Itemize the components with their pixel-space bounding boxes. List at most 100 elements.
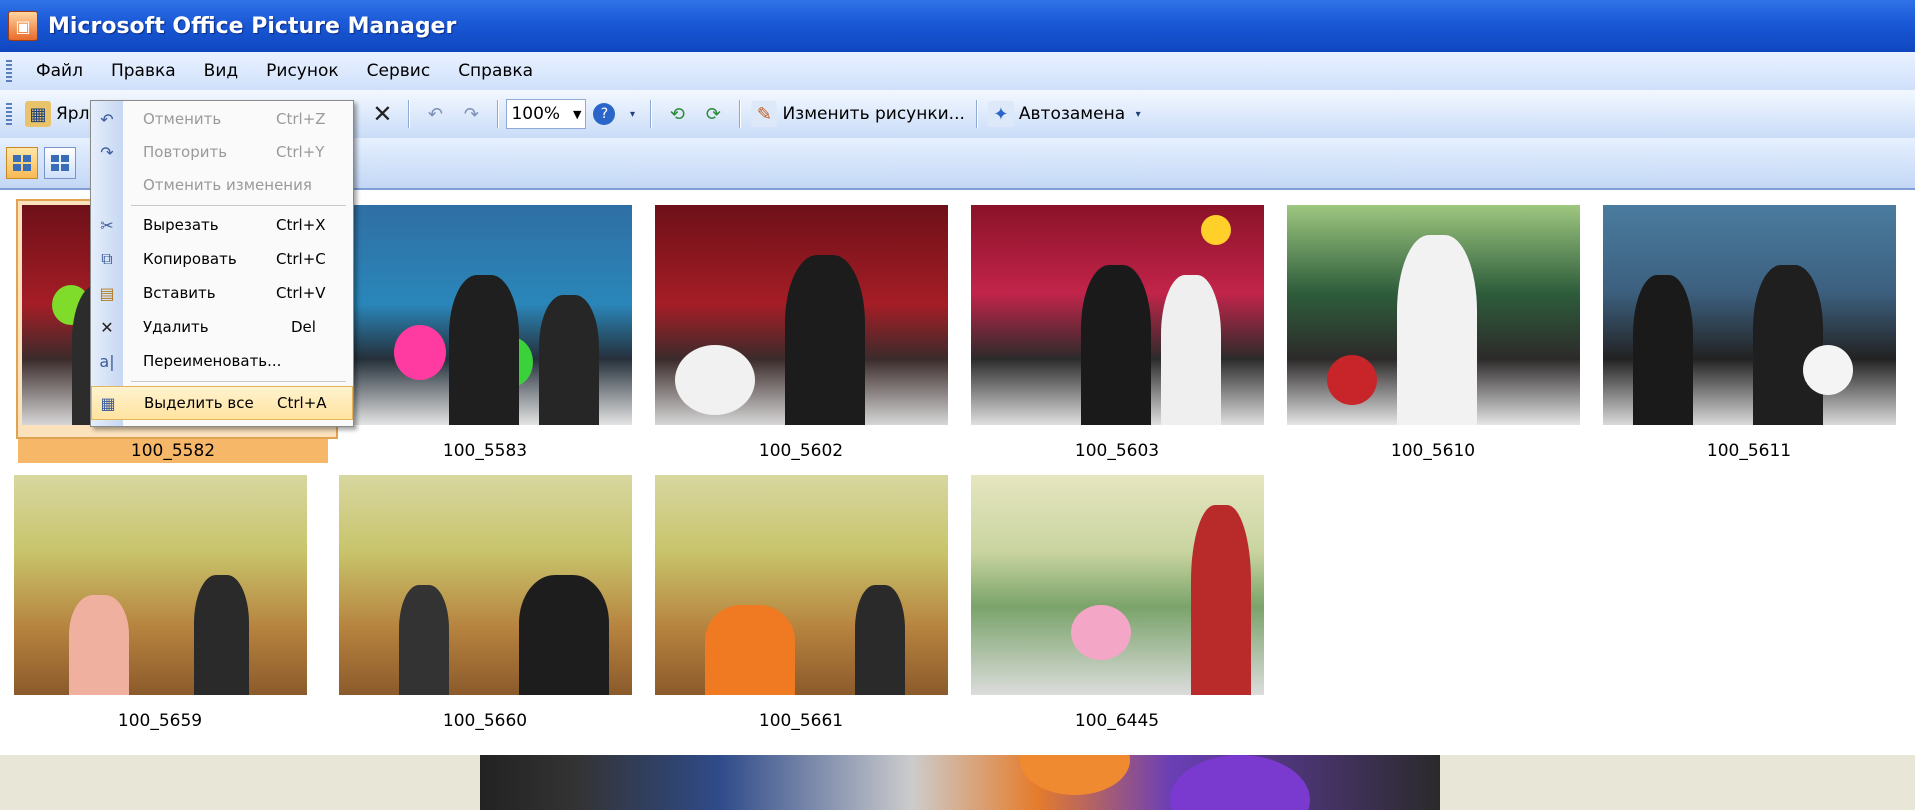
toolbar-grip[interactable] <box>6 103 12 125</box>
photo-thumbnail[interactable] <box>338 205 632 425</box>
bow <box>674 345 755 415</box>
menu-file[interactable]: Файл <box>22 61 97 81</box>
thumbnail-item[interactable]: 100_5603 <box>967 205 1267 463</box>
menu-item-redo[interactable]: ↷ Повторить Ctrl+Y <box>91 136 353 168</box>
photo-thumbnail[interactable] <box>654 475 948 695</box>
thumbnail-item[interactable]: 100_5611 <box>1599 205 1899 463</box>
toolbar2-options-button[interactable]: ▾ <box>1131 97 1145 131</box>
figure <box>1396 235 1477 425</box>
rotate-left-button[interactable]: ⟲ <box>662 97 692 131</box>
thumbnail-item[interactable]: 100_5660 <box>335 475 635 733</box>
photo-thumbnail[interactable] <box>970 205 1264 425</box>
picture-manager-app-icon: ▣ <box>8 11 38 41</box>
teddy-bear <box>1070 605 1131 660</box>
help-icon: ? <box>593 103 616 125</box>
photo-thumbnail[interactable] <box>1286 205 1580 425</box>
menu-item-shortcut: Del <box>291 318 316 336</box>
menu-item-label: Вставить <box>143 284 216 302</box>
toolbar-separator <box>975 100 977 128</box>
menu-item-paste[interactable]: ▤ Вставить Ctrl+V <box>91 277 353 309</box>
rotate-right-button[interactable]: ⟳ <box>698 97 728 131</box>
edit-pictures-button[interactable]: ✎ Изменить рисунки... <box>751 97 965 131</box>
redo-toolbar-button[interactable]: ↷ <box>456 97 486 131</box>
edit-menu-dropdown: ↶ Отменить Ctrl+Z ↷ Повторить Ctrl+Y Отм… <box>90 100 354 427</box>
thumbnail-item[interactable]: 100_5602 <box>651 205 951 463</box>
filmstrip-view-icon <box>51 155 69 171</box>
menu-item-label: Отменить <box>143 110 222 128</box>
background-photo <box>480 755 1440 810</box>
thumbnail-caption: 100_5583 <box>442 441 528 461</box>
copy-icon: ⧉ <box>101 249 113 268</box>
undo-icon: ↶ <box>100 109 114 129</box>
menu-item-copy[interactable]: ⧉ Копировать Ctrl+C <box>91 243 353 275</box>
thumbnail-caption: 100_5603 <box>1074 441 1160 461</box>
thumbnail-item[interactable]: 100_6445 <box>967 475 1267 733</box>
autocorrect-button[interactable]: ✦ Автозамена <box>987 97 1126 131</box>
photo-thumbnail[interactable] <box>654 205 948 425</box>
thumbnail-caption: 100_6445 <box>1074 711 1160 731</box>
toolbar-options-button[interactable]: ▾ <box>625 97 639 131</box>
filmstrip-view-button[interactable] <box>44 147 76 179</box>
figure <box>538 295 599 425</box>
figure <box>193 575 249 695</box>
menu-item-shortcut: Ctrl+Z <box>276 110 326 128</box>
figure <box>1160 275 1221 425</box>
photo-thumbnail[interactable] <box>338 475 632 695</box>
autocorrect-label: Автозамена <box>1018 104 1126 124</box>
thumbnail-item[interactable]: 100_5661 <box>651 475 951 733</box>
menu-item-label: Удалить <box>143 318 209 336</box>
menu-item-select-all[interactable]: ▦ Выделить все Ctrl+A <box>91 386 353 420</box>
photo-thumbnail[interactable] <box>1602 205 1896 425</box>
title-bar: ▣ Microsoft Office Picture Manager <box>0 0 1915 52</box>
undo-toolbar-button[interactable]: ↶ <box>420 97 450 131</box>
figure <box>704 605 795 695</box>
menu-item-label: Копировать <box>143 250 237 268</box>
menu-picture[interactable]: Рисунок <box>252 61 353 81</box>
menu-item-undo[interactable]: ↶ Отменить Ctrl+Z <box>91 103 353 135</box>
figure <box>1190 505 1251 695</box>
balloon <box>1200 215 1231 245</box>
shortcut-icon: ▦ <box>25 101 51 127</box>
menu-help[interactable]: Справка <box>444 61 547 81</box>
toolbar-separator <box>408 100 410 128</box>
menu-edit[interactable]: Правка <box>97 61 190 81</box>
thumbnail-item[interactable]: 100_5659 <box>10 475 310 733</box>
bottom-background <box>0 755 1915 810</box>
menu-view[interactable]: Вид <box>190 61 252 81</box>
thumbnail-caption: 100_5659 <box>117 711 203 731</box>
menu-item-label: Повторить <box>143 143 228 161</box>
toolbar-separator <box>739 100 741 128</box>
menu-item-delete[interactable]: ✕ Удалить Del <box>91 311 353 343</box>
figure <box>68 595 129 695</box>
menu-item-discard-changes[interactable]: Отменить изменения <box>91 169 353 201</box>
delete-toolbar-button[interactable]: ✕ <box>367 97 397 131</box>
photo-thumbnail[interactable] <box>970 475 1264 695</box>
balloon <box>1170 755 1310 810</box>
thumbnail-view-button[interactable] <box>6 147 38 179</box>
photo-thumbnail[interactable] <box>13 475 307 695</box>
menu-item-label: Переименовать... <box>143 352 282 370</box>
balloon <box>1020 755 1130 795</box>
menu-tools[interactable]: Сервис <box>353 61 445 81</box>
figure <box>1080 265 1151 425</box>
menubar-grip[interactable] <box>6 60 12 82</box>
thumbnail-caption: 100_5661 <box>758 711 844 731</box>
menu-item-label: Вырезать <box>143 216 219 234</box>
select-all-icon: ▦ <box>100 393 116 413</box>
menu-item-cut[interactable]: ✂ Вырезать Ctrl+X <box>91 209 353 241</box>
rename-icon: a| <box>99 351 115 371</box>
cut-icon: ✂ <box>100 215 114 235</box>
menu-item-shortcut: Ctrl+V <box>276 284 326 302</box>
add-shortcut-button[interactable]: ▦ Ярл <box>25 97 89 131</box>
thumbnail-caption: 100_5582 <box>18 439 328 463</box>
help-toolbar-button[interactable]: ? <box>589 97 619 131</box>
zoom-select[interactable]: 100% ▼ <box>506 99 587 129</box>
menu-item-shortcut: Ctrl+C <box>276 250 326 268</box>
thumbnail-item[interactable]: 100_5583 <box>335 205 635 463</box>
thumbnail-item[interactable]: 100_5610 <box>1283 205 1583 463</box>
paste-icon: ▤ <box>99 283 115 303</box>
edit-pictures-label: Изменить рисунки... <box>782 104 965 124</box>
toolbar-separator <box>650 100 652 128</box>
edit-picture-icon: ✎ <box>751 101 778 127</box>
menu-item-rename[interactable]: a| Переименовать... <box>91 345 353 377</box>
